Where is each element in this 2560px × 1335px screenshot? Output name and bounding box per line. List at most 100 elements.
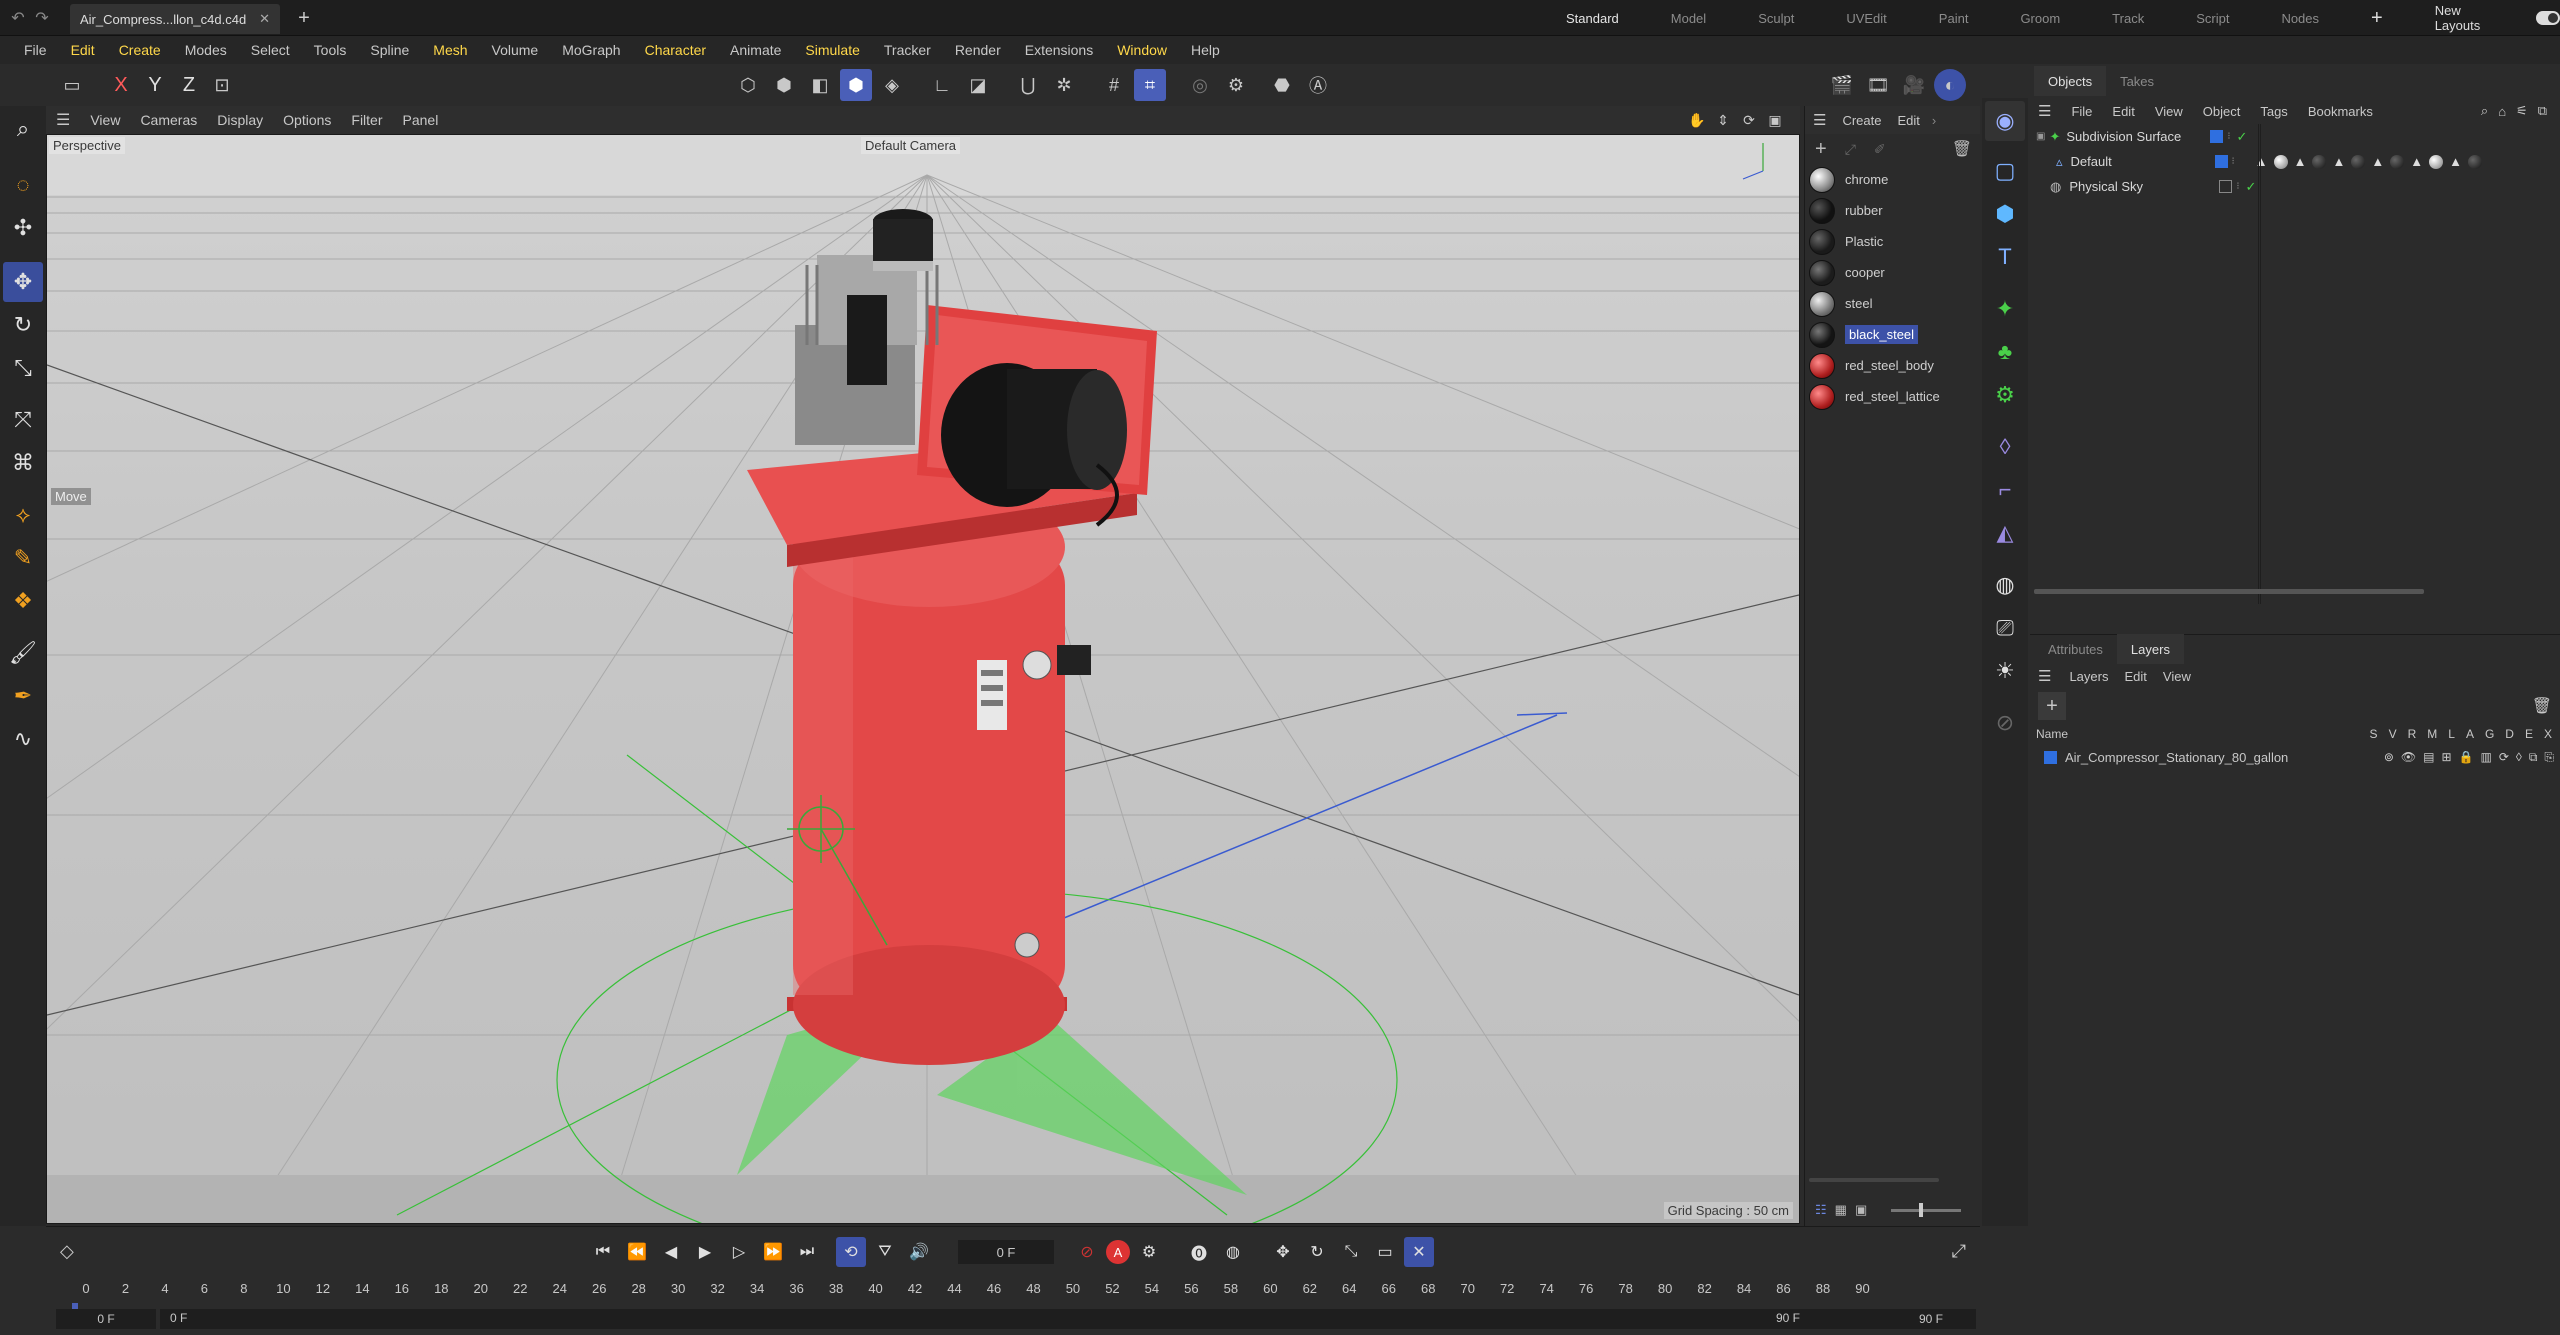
list-view-icon[interactable]: ☷ xyxy=(1815,1202,1827,1218)
points-mode-icon[interactable]: ⬡ xyxy=(732,69,764,101)
add-material-icon[interactable]: + xyxy=(1815,138,1827,161)
menu-simulate[interactable]: Simulate xyxy=(793,36,871,64)
filter-icon[interactable]: ⚟ xyxy=(2511,103,2533,119)
grid-view-icon[interactable]: ▦ xyxy=(1835,1202,1847,1218)
layers-menu-icon[interactable]: ☰ xyxy=(2038,667,2051,685)
large-view-icon[interactable]: ▣ xyxy=(1855,1202,1867,1218)
material-tag-icon[interactable] xyxy=(2429,154,2444,169)
solo-toggle-icon[interactable]: ⊚ xyxy=(2384,750,2394,764)
lock-icon[interactable]: 🔒 xyxy=(2459,750,2474,764)
viewport-menu-cameras[interactable]: Cameras xyxy=(130,112,207,128)
search-icon[interactable]: ⌕ xyxy=(3,109,43,149)
menu-spline[interactable]: Spline xyxy=(358,36,421,64)
menu-edit[interactable]: Edit xyxy=(59,36,107,64)
live-selection-icon[interactable]: ✣ xyxy=(3,208,43,248)
material-tag-icon[interactable]: ▲ xyxy=(2371,154,2384,169)
camera-rig-icon[interactable]: ⎚ xyxy=(1985,608,2025,648)
visibility-dots-icon[interactable]: ⁝ xyxy=(2232,156,2235,167)
render-view-icon[interactable]: 🎬 xyxy=(1826,69,1858,101)
generator-toggle-icon[interactable]: ⟳ xyxy=(2499,750,2509,764)
knife-tool-icon[interactable]: ⟡ xyxy=(3,495,43,535)
layout-toggle[interactable] xyxy=(2535,11,2560,25)
move-key-icon[interactable]: ✥ xyxy=(1268,1237,1298,1267)
viewport-menu-view[interactable]: View xyxy=(80,112,130,128)
material-menu-edit[interactable]: Edit xyxy=(1889,113,1927,128)
layers-menu-layers[interactable]: Layers xyxy=(2061,669,2116,684)
texture-mode-icon[interactable]: ◪ xyxy=(962,69,994,101)
layer-color-swatch[interactable] xyxy=(2044,750,2057,764)
render-picture-icon[interactable]: 🎞 xyxy=(1862,69,1894,101)
loop-icon[interactable]: ⟲ xyxy=(836,1237,866,1267)
animation-toggle-icon[interactable]: ▥ xyxy=(2480,750,2491,764)
scale-key-icon[interactable]: ⤡ xyxy=(1336,1237,1366,1267)
rotate-key-icon[interactable]: ↻ xyxy=(1302,1237,1332,1267)
magnet-tool-icon[interactable]: ❖ xyxy=(3,581,43,621)
edges-mode-icon[interactable]: ⬢ xyxy=(768,69,800,101)
cube-outline-icon[interactable]: ▢ xyxy=(1985,151,2025,191)
material-tag-icon[interactable] xyxy=(2351,154,2366,169)
preview-size-slider[interactable] xyxy=(1891,1202,1962,1217)
layout-tab-model[interactable]: Model xyxy=(1645,0,1732,36)
environment-globe-icon[interactable]: ◍ xyxy=(1985,565,2025,605)
material-tag-icon[interactable]: ▲ xyxy=(2332,154,2345,169)
subdivision-icon[interactable]: ✦ xyxy=(1985,289,2025,329)
layout-tab-paint[interactable]: Paint xyxy=(1913,0,1995,36)
objects-menu-view[interactable]: View xyxy=(2145,104,2193,119)
material-tag-icon[interactable]: ▲ xyxy=(2410,154,2423,169)
menu-animate[interactable]: Animate xyxy=(718,36,793,64)
collapse-icon[interactable]: ▣ xyxy=(2036,131,2045,142)
material-item-cooper[interactable]: cooper xyxy=(1805,257,1980,288)
snap-settings-icon[interactable]: ✲ xyxy=(1048,69,1080,101)
cube-primitive-icon[interactable]: ⬢ xyxy=(1985,194,2025,234)
material-scrollbar[interactable] xyxy=(1809,1178,1939,1182)
tab-layers[interactable]: Layers xyxy=(2116,634,2184,664)
auto-icon[interactable]: Ⓐ xyxy=(1302,69,1334,101)
expression-toggle-icon[interactable]: ⧉ xyxy=(2529,750,2538,765)
layout-tab-track[interactable]: Track xyxy=(2086,0,2170,36)
playback-rate-icon[interactable]: ⛛ xyxy=(870,1237,900,1267)
frame-range-slider[interactable]: 0 F 90 F xyxy=(160,1309,1900,1329)
paint-brush-icon[interactable]: 🖌 xyxy=(3,633,43,673)
undo-icon[interactable]: ↶ xyxy=(6,6,30,30)
enabled-check-icon[interactable]: ✓ xyxy=(2246,179,2257,195)
material-tag-icon[interactable]: ▲ xyxy=(2449,154,2462,169)
new-window-icon[interactable]: ⧉ xyxy=(2533,103,2552,119)
objects-menu-file[interactable]: File xyxy=(2061,104,2102,119)
lock-x-button[interactable]: X xyxy=(104,74,138,97)
material-item-steel[interactable]: steel xyxy=(1805,288,1980,319)
layout-tab-sculpt[interactable]: Sculpt xyxy=(1732,0,1820,36)
soft-selection-icon[interactable]: ⌘ xyxy=(3,443,43,483)
objects-menu-edit[interactable]: Edit xyxy=(2102,104,2144,119)
menu-file[interactable]: File xyxy=(12,36,59,64)
redo-icon[interactable]: ↷ xyxy=(30,6,54,30)
new-layouts-label[interactable]: New Layouts xyxy=(2409,0,2532,36)
spline-icon[interactable]: ◭ xyxy=(1985,513,2025,553)
next-frame-icon[interactable]: ▷ xyxy=(724,1237,754,1267)
play-icon[interactable]: ▶ xyxy=(690,1237,720,1267)
material-tag-icon[interactable] xyxy=(2467,154,2482,169)
eye-icon[interactable]: 👁 xyxy=(2401,750,2416,764)
layer-color-swatch[interactable] xyxy=(2210,130,2224,143)
material-tag-icon[interactable]: ▲ xyxy=(2294,154,2307,169)
object-mode-icon[interactable]: ⬢ xyxy=(840,69,872,101)
maximize-view-icon[interactable]: ▣ xyxy=(1764,104,1786,136)
menu-character[interactable]: Character xyxy=(633,36,718,64)
tab-takes[interactable]: Takes xyxy=(2106,66,2168,96)
deformer-toggle-icon[interactable]: ◊ xyxy=(2516,750,2522,764)
key-rotation-icon[interactable]: ◍ xyxy=(1218,1237,1248,1267)
menu-window[interactable]: Window xyxy=(1105,36,1179,64)
axis-mode-icon[interactable]: ∟ xyxy=(926,69,958,101)
key-position-icon[interactable]: ⓿ xyxy=(1184,1237,1214,1267)
objects-menu-tags[interactable]: Tags xyxy=(2250,104,2297,119)
start-frame-field[interactable]: 0 F xyxy=(56,1309,156,1329)
previous-frame-icon[interactable]: ◀ xyxy=(656,1237,686,1267)
symmetry-icon[interactable]: ◎ xyxy=(1184,69,1216,101)
3d-viewport[interactable]: Perspective Default Camera Move Grid Spa… xyxy=(46,134,1800,1224)
layout-tab-uvedit[interactable]: UVEdit xyxy=(1820,0,1912,36)
pan-view-icon[interactable]: ✋ xyxy=(1686,104,1708,136)
layer-row[interactable]: Air_Compressor_Stationary_80_gallon ⊚ 👁 … xyxy=(2030,745,2560,769)
add-layer-button[interactable]: + xyxy=(2038,692,2066,720)
material-item-plastic[interactable]: Plastic xyxy=(1805,226,1980,257)
rotate-tool-icon[interactable]: ↻ xyxy=(3,305,43,345)
scale-tool-icon[interactable]: ⤡ xyxy=(3,348,43,388)
